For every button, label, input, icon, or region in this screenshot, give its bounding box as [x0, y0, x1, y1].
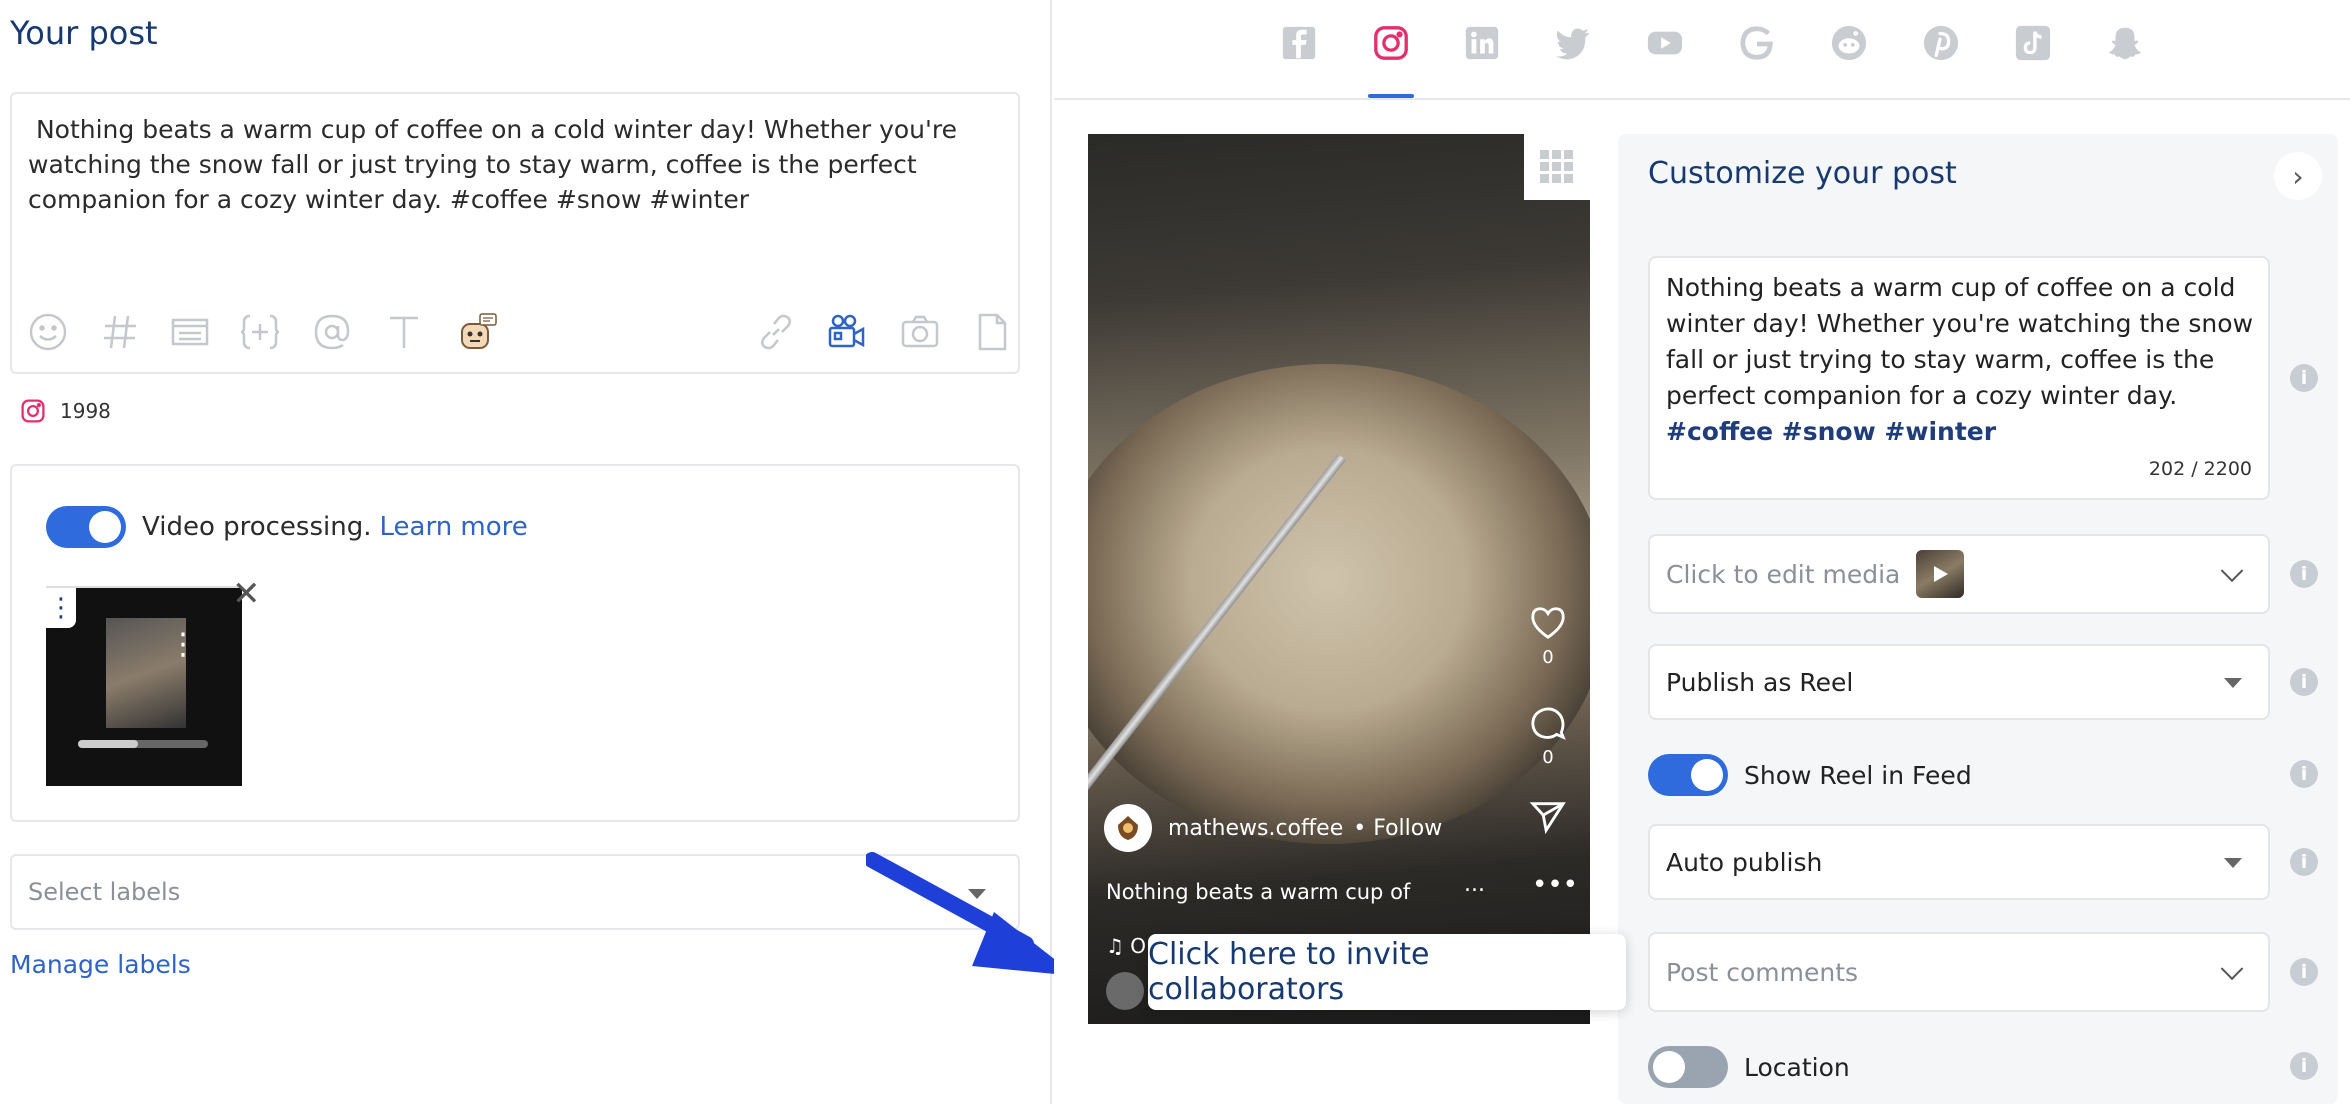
text-block-icon[interactable] [168, 310, 212, 354]
chevron-right-icon[interactable]: › [2274, 152, 2322, 200]
google-icon[interactable] [1734, 20, 1780, 66]
video-thumbnail[interactable]: ⋮ ⋮ [46, 586, 242, 786]
location-toggle[interactable] [1648, 1046, 1728, 1088]
page-title: Your post [10, 14, 158, 52]
edit-media-label: Click to edit media [1666, 559, 1901, 589]
instagram-small-icon [21, 399, 45, 423]
preview-panel: 0 0 mathews.coffee • Follow Nothing beat… [1054, 0, 2350, 1104]
comment-icon[interactable]: 0 [1526, 704, 1570, 768]
show-reel-row: Show Reel in Feed [1648, 754, 1972, 796]
thumbnail-menu-icon[interactable]: ⋮ [168, 630, 198, 660]
instagram-icon[interactable] [1368, 20, 1414, 66]
youtube-icon[interactable] [1642, 20, 1688, 66]
character-count-row: 1998 [20, 398, 111, 424]
mention-icon[interactable] [310, 310, 354, 354]
media-section: Video processing. Learn more ⋮ ⋮ ✕ [10, 464, 1020, 822]
caption-field[interactable]: Nothing beats a warm cup of coffee on a … [1648, 256, 2270, 500]
chevron-down-icon [2220, 559, 2244, 583]
social-network-tabs [1054, 0, 2350, 100]
arrow-pointer-icon [866, 852, 1076, 976]
linkedin-icon[interactable] [1459, 20, 1505, 66]
variable-icon[interactable] [238, 310, 282, 354]
caret-down-icon [2224, 678, 2242, 688]
show-reel-toggle[interactable] [1648, 754, 1728, 796]
reel-preview: 0 0 mathews.coffee • Follow Nothing beat… [1088, 134, 1590, 1024]
snapchat-icon[interactable] [2102, 20, 2148, 66]
ai-assistant-icon[interactable] [456, 310, 500, 354]
publish-mode-value: Auto publish [1666, 847, 1823, 877]
customize-title: Customize your post [1648, 156, 1957, 191]
remove-media-icon[interactable]: ✕ [232, 574, 261, 614]
labels-placeholder: Select labels [28, 878, 181, 906]
music-label: ♫ O [1106, 934, 1147, 958]
tiktok-icon[interactable] [2010, 20, 2056, 66]
info-icon[interactable]: i [2290, 668, 2318, 696]
video-progress-bar [78, 740, 208, 748]
collaborator-avatar[interactable] [1106, 972, 1144, 1010]
manage-labels-link[interactable]: Manage labels [10, 950, 191, 979]
active-tab-indicator [1368, 94, 1414, 98]
video-processing-label: Video processing. [142, 512, 372, 542]
show-reel-label: Show Reel in Feed [1744, 760, 1972, 790]
chevron-down-icon [2220, 957, 2244, 981]
facebook-icon[interactable] [1276, 20, 1322, 66]
drag-handle-icon[interactable]: ⋮ [46, 588, 76, 628]
invite-collaborators-tooltip[interactable]: Click here to invite collaborators [1148, 934, 1626, 1010]
info-icon[interactable]: i [2290, 848, 2318, 876]
post-editor-panel: Your post Nothing beats a warm cup of co… [0, 0, 1076, 1104]
caption-hashtags: #coffee #snow #winter [1666, 417, 1997, 446]
location-row: Location [1648, 1046, 1850, 1088]
edit-media-select[interactable]: Click to edit media [1648, 534, 2270, 614]
info-icon[interactable]: i [2290, 1052, 2318, 1080]
like-icon[interactable]: 0 [1526, 604, 1570, 668]
post-comments-label: Post comments [1666, 957, 1859, 987]
comment-count: 0 [1542, 747, 1554, 768]
caret-down-icon [2224, 858, 2242, 868]
more-options-icon[interactable]: ••• [1532, 870, 1578, 900]
publish-mode-select[interactable]: Auto publish [1648, 824, 2270, 900]
account-avatar [1104, 804, 1152, 852]
link-icon[interactable] [754, 310, 798, 354]
post-comments-select[interactable]: Post comments [1648, 932, 2270, 1012]
camera-icon[interactable] [898, 310, 942, 354]
publish-type-select[interactable]: Publish as Reel [1648, 644, 2270, 720]
twitter-icon[interactable] [1550, 20, 1596, 66]
info-icon[interactable]: i [2290, 760, 2318, 788]
account-name: mathews.coffee [1168, 815, 1344, 841]
character-count: 1998 [60, 399, 111, 423]
reddit-icon[interactable] [1826, 20, 1872, 66]
share-icon[interactable] [1526, 798, 1570, 841]
preview-image [1088, 364, 1590, 844]
edit-media-text: Click to edit media [1666, 536, 1965, 612]
like-count: 0 [1542, 647, 1554, 668]
grid-view-icon[interactable] [1524, 134, 1590, 200]
hashtag-icon[interactable] [98, 310, 142, 354]
publish-type-value: Publish as Reel [1666, 667, 1854, 697]
caption-preview: Nothing beats a warm cup of [1106, 880, 1411, 904]
customize-panel: Customize your post › Nothing beats a wa… [1618, 134, 2338, 1104]
info-icon[interactable]: i [2290, 958, 2318, 986]
document-icon[interactable] [970, 310, 1014, 354]
caption-more[interactable]: ... [1464, 872, 1485, 897]
info-icon[interactable]: i [2290, 560, 2318, 588]
video-processing-toggle[interactable] [46, 506, 126, 548]
font-icon[interactable] [382, 310, 426, 354]
video-processing-row: Video processing. Learn more [46, 506, 528, 548]
emoji-icon[interactable] [26, 310, 70, 354]
media-thumb-icon [1916, 550, 1965, 598]
post-text-editor[interactable]: Nothing beats a warm cup of coffee on a … [10, 92, 1020, 374]
pinterest-icon[interactable] [1918, 20, 1964, 66]
post-text[interactable]: Nothing beats a warm cup of coffee on a … [28, 112, 988, 217]
caption-counter: 202 / 2200 [2148, 458, 2252, 480]
learn-more-link[interactable]: Learn more [380, 512, 528, 542]
location-label: Location [1744, 1052, 1850, 1082]
follow-label: • Follow [1353, 815, 1443, 841]
account-row[interactable]: mathews.coffee • Follow [1104, 804, 1442, 852]
video-icon[interactable] [824, 310, 868, 354]
info-icon[interactable]: i [2290, 364, 2318, 392]
caption-text[interactable]: Nothing beats a warm cup of coffee on a … [1666, 270, 2256, 450]
caption-body: Nothing beats a warm cup of coffee on a … [1666, 273, 2254, 410]
